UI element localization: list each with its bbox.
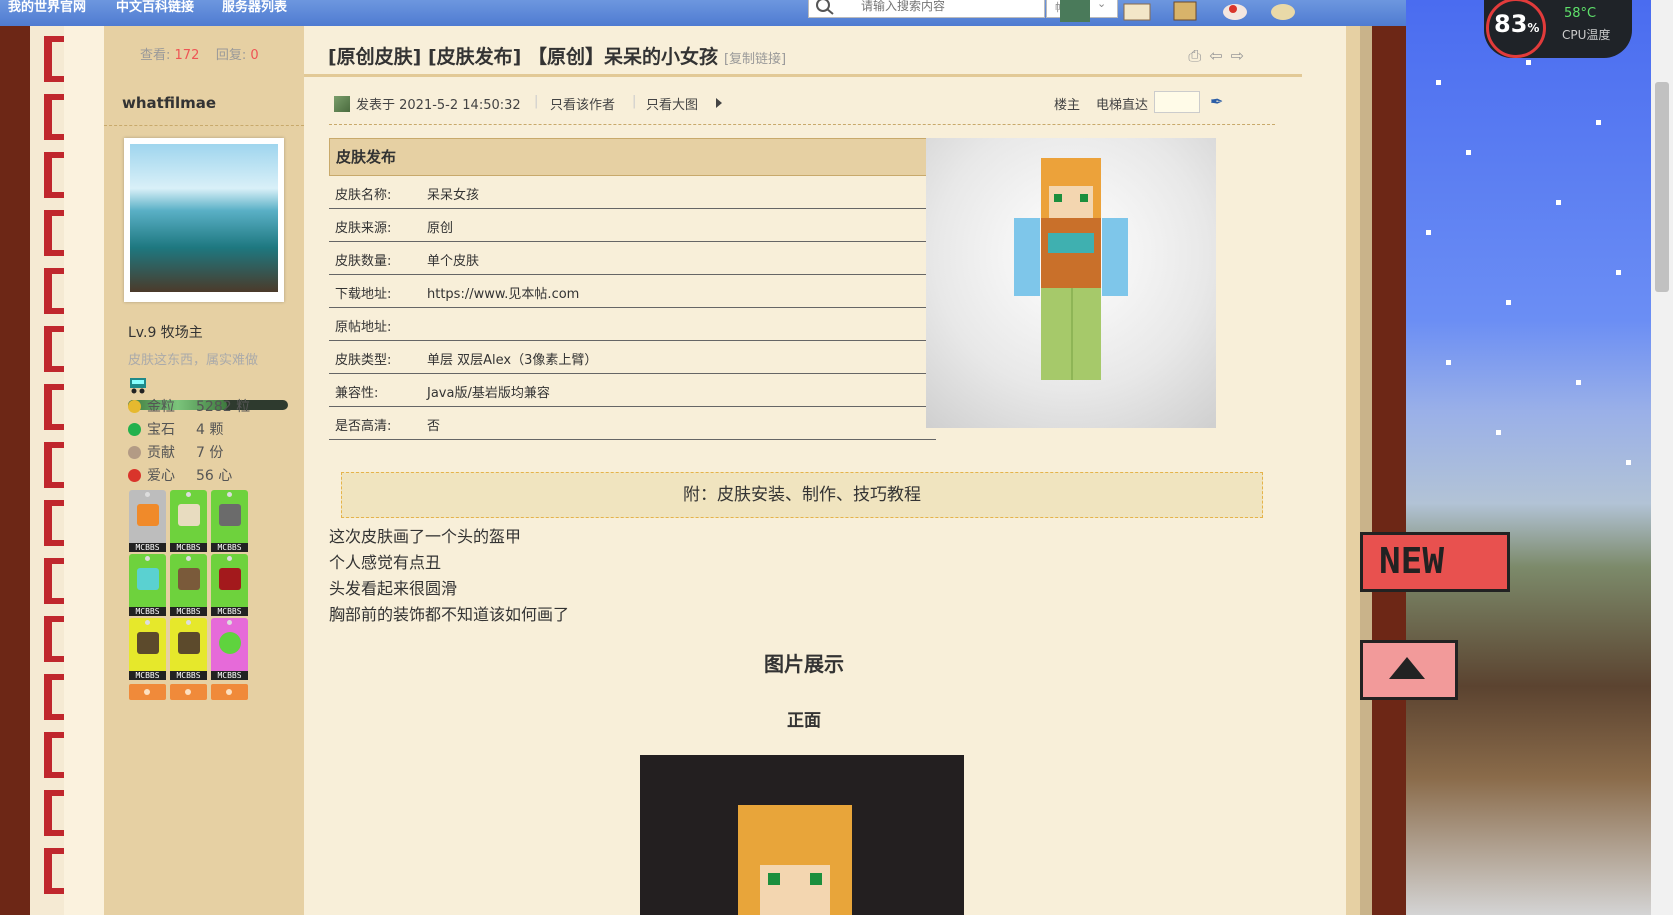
back-to-top-button[interactable]: [1360, 640, 1458, 700]
avatar-image: [130, 144, 278, 292]
medal-map[interactable]: MCBBS: [170, 490, 207, 552]
table-row: 是否高清: 否: [329, 407, 936, 440]
only-images-link[interactable]: 只看大图: [646, 94, 698, 113]
post-stats: 查看: 172 回复: 0: [140, 48, 259, 63]
cake-icon[interactable]: [1220, 0, 1250, 22]
table-row: 下载地址: https://www.见本帖.com: [329, 275, 936, 308]
table-row: 兼容性: Java版/基岩版均兼容: [329, 374, 936, 407]
avatar[interactable]: [124, 138, 284, 302]
download-link[interactable]: https://www.见本帖.com: [427, 283, 579, 302]
medal-pickaxe-2[interactable]: MCBBS: [170, 618, 207, 680]
views-count: 172: [174, 48, 200, 63]
search-icon[interactable]: [813, 0, 839, 15]
post-date: 发表于 2021-5-2 14:50:32: [356, 98, 521, 113]
prop-gem: 宝石 4 颗: [128, 419, 223, 439]
new-post-button[interactable]: NEW: [1360, 532, 1510, 592]
chevron-down-icon: ⌄: [1097, 0, 1107, 10]
table-row: 皮肤来源: 原创: [329, 209, 936, 242]
elevator-input[interactable]: [1154, 91, 1200, 113]
gold-nugget-icon: [128, 400, 141, 413]
front-heading: 正面: [787, 711, 821, 731]
title-underline: [304, 74, 1302, 77]
skin-front-image[interactable]: [640, 755, 964, 915]
left-decoration: [0, 26, 104, 915]
background-landscape: [1406, 0, 1651, 915]
medal-ribbon[interactable]: [170, 684, 207, 700]
prop-contribution: 贡献 7 份: [128, 442, 223, 462]
apple-icon: [128, 469, 141, 482]
divider: [329, 124, 1275, 125]
only-author-link[interactable]: 只看该作者: [550, 94, 615, 113]
floor-label: 楼主: [1054, 98, 1081, 113]
prev-thread-icon[interactable]: ⇦: [1209, 46, 1230, 65]
table-header: 皮肤发布: [329, 138, 936, 176]
post-body: 这次皮肤画了一个头的盔甲 个人感觉有点丑 头发看起来很圆滑 胸部前的装饰都不知道…: [329, 524, 569, 628]
page-scrollbar[interactable]: [1651, 0, 1673, 915]
table-row: 皮肤名称: 呆呆女孩: [329, 176, 936, 209]
author-name[interactable]: whatfilmae: [122, 94, 216, 112]
cpu-label: CPU温度: [1562, 28, 1611, 42]
cpu-usage: 83: [1494, 10, 1528, 38]
search-box: [808, 0, 1045, 18]
user-level: Lv.9 牧场主: [128, 325, 203, 341]
author-sidebar: 查看: 172 回复: 0 whatfilmae Lv.9 牧场主 皮肤这东西，…: [104, 26, 304, 915]
copy-link-button[interactable]: [复制链接]: [724, 52, 786, 67]
skin-figure: [1014, 158, 1128, 380]
minecart-icon: [130, 378, 146, 394]
map-icon[interactable]: [1122, 0, 1152, 22]
jump-go-icon[interactable]: ✒: [1210, 92, 1223, 111]
chest-icon[interactable]: [1170, 0, 1200, 22]
body-line: 个人感觉有点丑: [329, 553, 442, 572]
nav-link-official[interactable]: 我的世界官网: [8, 0, 86, 15]
medal-pickaxe-1[interactable]: MCBBS: [129, 618, 166, 680]
cpu-monitor-widget: 83% 58°C CPU温度: [1484, 0, 1632, 58]
post-tools: ⎙⇦⇨: [1188, 46, 1252, 66]
skin-info-table: 皮肤发布 皮肤名称: 呆呆女孩 皮肤来源: 原创 皮肤数量: 单个皮肤 下载地址: ht…: [329, 138, 936, 440]
medal-potion[interactable]: MCBBS: [129, 554, 166, 616]
divider: [104, 125, 304, 126]
nav-link-servers[interactable]: 服务器列表: [222, 0, 287, 15]
body-line: 这次皮肤画了一个头的盔甲: [329, 527, 522, 546]
emerald-icon: [128, 423, 141, 436]
post-meta: 发表于 2021-5-2 14:50:32 | 只看该作者 | 只看大图 楼主 …: [334, 91, 1274, 116]
nav-link-wiki[interactable]: 中文百科链接: [116, 0, 194, 15]
body-line: 胸部前的装饰都不知道该如何画了: [329, 605, 570, 624]
replies-count: 0: [250, 48, 259, 63]
cookie-icon[interactable]: [1268, 0, 1298, 22]
arrow-up-icon: [1389, 657, 1425, 679]
elevator-label: 电梯直达: [1096, 98, 1149, 113]
medal-ribbon[interactable]: [129, 684, 166, 700]
table-row: 皮肤类型: 单层 双层Alex（3像素上臂）: [329, 341, 936, 374]
post-main: [原创皮肤] [皮肤发布] 【原创】呆呆的小女孩 [复制链接] ⎙⇦⇨ 发表于 2…: [304, 26, 1346, 915]
prop-heart: 爱心 56 心: [128, 465, 232, 485]
medal-ribbon[interactable]: [211, 684, 248, 700]
medal-redstone[interactable]: MCBBS: [211, 554, 248, 616]
cpu-temp: 58°C: [1564, 6, 1597, 21]
search-input[interactable]: [859, 0, 1033, 15]
tutorial-banner[interactable]: 附：皮肤安装、制作、技巧教程: [341, 472, 1263, 518]
gallery-heading: 图片展示: [764, 652, 844, 676]
medal-book[interactable]: MCBBS: [170, 554, 207, 616]
play-icon: [716, 98, 722, 108]
contribution-icon: [128, 446, 141, 459]
table-row: 原帖地址:: [329, 308, 936, 341]
scrollbar-thumb[interactable]: [1655, 82, 1669, 292]
right-decoration: [1346, 26, 1406, 915]
post-title: [原创皮肤] [皮肤发布] 【原创】呆呆的小女孩 [复制链接]: [328, 46, 787, 68]
user-avatar-icon[interactable]: [1060, 0, 1090, 22]
body-line: 头发看起来很圆滑: [329, 579, 458, 598]
online-status-icon: [334, 96, 350, 112]
medal-fire[interactable]: MCBBS: [129, 490, 166, 552]
next-thread-icon[interactable]: ⇨: [1231, 46, 1252, 65]
user-motto: 皮肤这东西，属实难做: [128, 353, 259, 368]
medal-apple[interactable]: MCBBS: [211, 618, 248, 680]
skin-preview-image[interactable]: [926, 138, 1216, 428]
table-row: 皮肤数量: 单个皮肤: [329, 242, 936, 275]
medal-cart[interactable]: MCBBS: [211, 490, 248, 552]
prop-gold: 金粒 5282 粒: [128, 396, 250, 416]
print-icon[interactable]: ⎙: [1188, 46, 1209, 65]
